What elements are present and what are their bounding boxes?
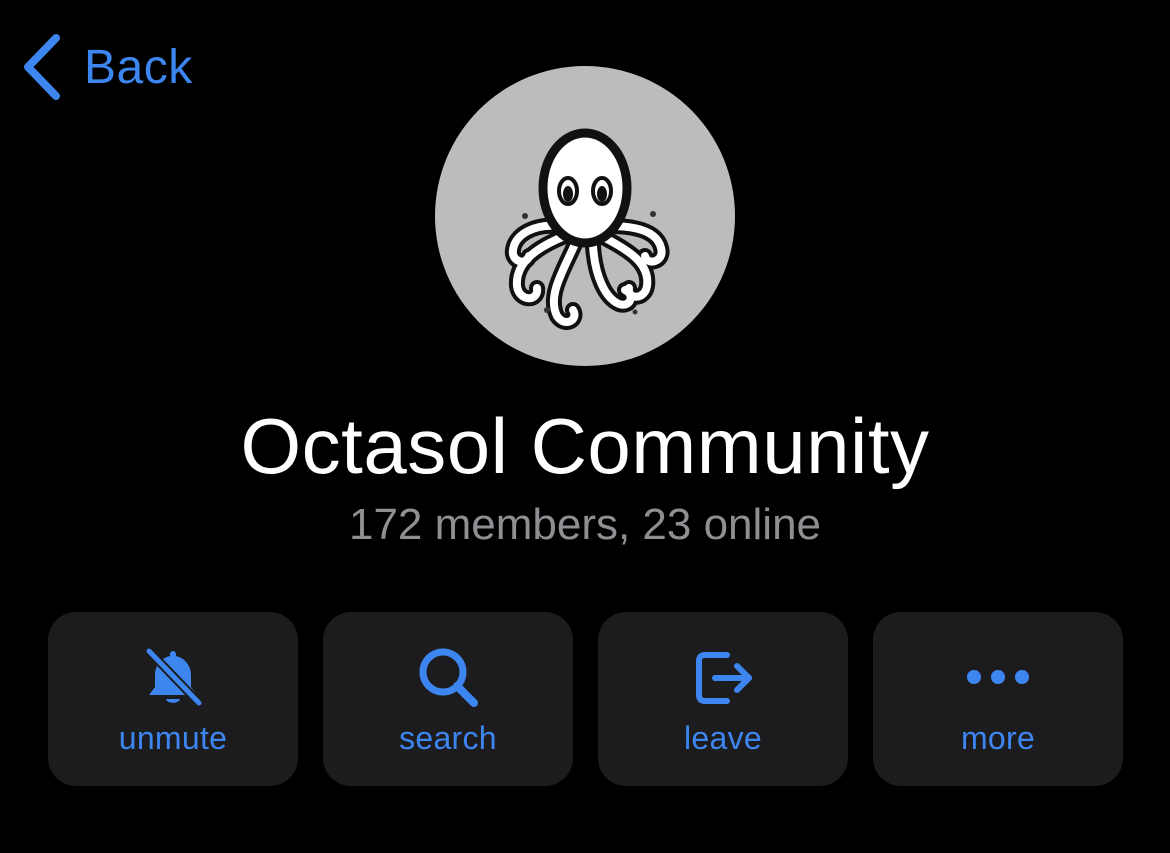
search-label: search bbox=[399, 720, 497, 756]
group-title: Octasol Community bbox=[240, 402, 930, 490]
bell-slash-icon bbox=[48, 644, 298, 710]
action-bar: unmute search leave more bbox=[48, 612, 1123, 786]
more-label: more bbox=[960, 720, 1036, 756]
unmute-label: unmute bbox=[118, 720, 228, 756]
chevron-left-icon bbox=[24, 34, 60, 100]
group-subtitle: 172 members, 23 online bbox=[348, 500, 822, 549]
more-button[interactable]: more bbox=[873, 612, 1123, 786]
ellipsis-icon bbox=[873, 644, 1123, 710]
leave-arrow-icon bbox=[598, 644, 848, 710]
octopus-logo bbox=[504, 128, 670, 330]
magnifier-icon bbox=[323, 644, 573, 710]
back-label: Back bbox=[84, 40, 193, 94]
unmute-button[interactable]: unmute bbox=[48, 612, 298, 786]
leave-label: leave bbox=[684, 720, 762, 756]
leave-button[interactable]: leave bbox=[598, 612, 848, 786]
search-button[interactable]: search bbox=[323, 612, 573, 786]
back-button[interactable]: Back bbox=[22, 34, 193, 100]
group-avatar[interactable] bbox=[435, 66, 735, 366]
